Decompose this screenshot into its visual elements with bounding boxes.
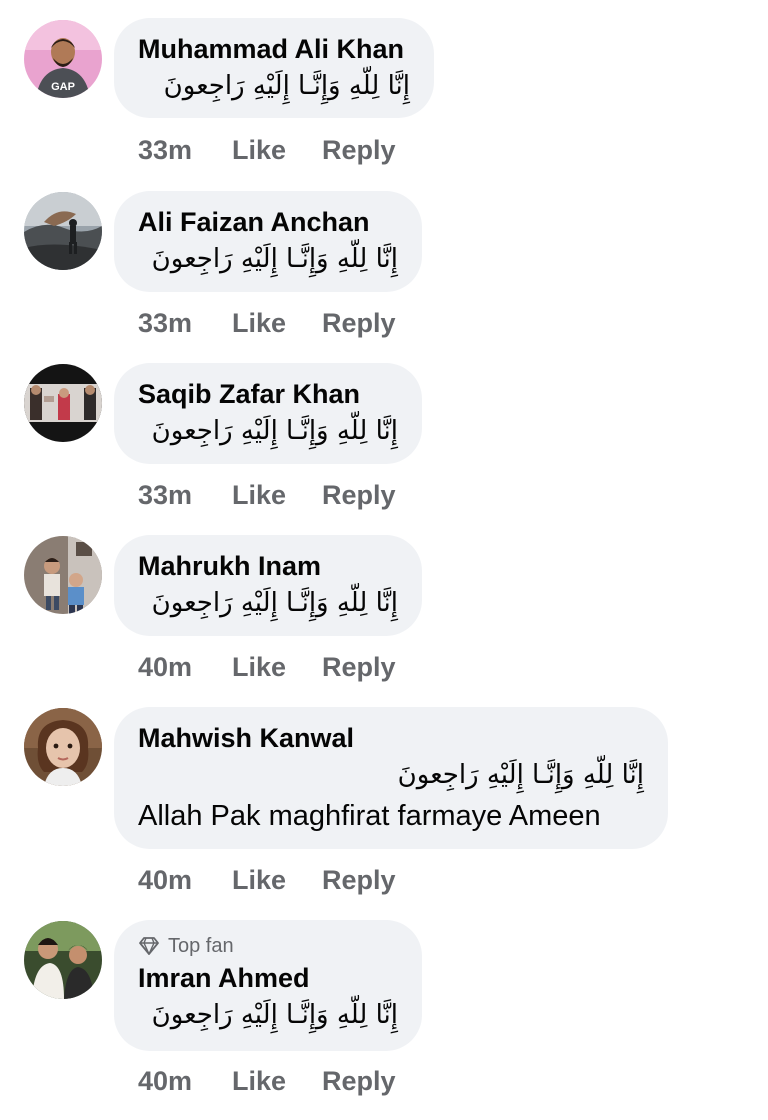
comment-text: إِنَّا لِلّهِ وَإِنَّـا إِلَيْهِ رَاجِعو… <box>151 588 398 618</box>
author-name[interactable]: Saqib Zafar Khan <box>138 378 398 410</box>
comment-actions: 33m Like Reply <box>138 477 396 513</box>
comment-text: إِنَّا لِلّهِ وَإِنَّـا إِلَيْهِ رَاجِعو… <box>151 416 398 446</box>
comment-actions: 40m Like Reply <box>138 862 396 898</box>
like-button[interactable]: Like <box>232 480 322 511</box>
author-name[interactable]: Mahwish Kanwal <box>138 722 644 754</box>
timestamp[interactable]: 40m <box>138 1066 232 1097</box>
avatar[interactable] <box>24 921 102 999</box>
like-button[interactable]: Like <box>232 652 322 683</box>
comment-bubble: Muhammad Ali Khan إِنَّا لِلّهِ وَإِنَّـ… <box>114 18 434 118</box>
comment-text: Allah Pak maghfirat farmaye Ameen <box>138 800 601 832</box>
diamond-badge-icon <box>138 935 160 957</box>
timestamp[interactable]: 40m <box>138 652 232 683</box>
reply-button[interactable]: Reply <box>322 652 396 683</box>
avatar[interactable] <box>24 192 102 270</box>
comment-bubble: Mahwish Kanwal إِنَّا لِلّهِ وَإِنَّـا إ… <box>114 707 668 849</box>
timestamp[interactable]: 33m <box>138 135 232 166</box>
comment-actions: 33m Like Reply <box>138 132 396 168</box>
like-button[interactable]: Like <box>232 135 322 166</box>
comment-text: إِنَّا لِلّهِ وَإِنَّـا إِلَيْهِ رَاجِعو… <box>151 1000 398 1030</box>
svg-text:GAP: GAP <box>51 81 75 93</box>
comment-text: إِنَّا لِلّهِ وَإِنَّـا إِلَيْهِ رَاجِعو… <box>163 71 410 101</box>
reply-button[interactable]: Reply <box>322 308 396 339</box>
like-button[interactable]: Like <box>232 308 322 339</box>
reply-button[interactable]: Reply <box>322 480 396 511</box>
avatar[interactable] <box>24 536 102 614</box>
like-button[interactable]: Like <box>232 1066 322 1097</box>
like-button[interactable]: Like <box>232 865 322 896</box>
author-name[interactable]: Imran Ahmed <box>138 962 398 994</box>
author-name[interactable]: Mahrukh Inam <box>138 550 398 582</box>
avatar[interactable] <box>24 364 102 442</box>
avatar-photo <box>24 364 102 442</box>
comment-bubble: Saqib Zafar Khan إِنَّا لِلّهِ وَإِنَّـا… <box>114 363 422 464</box>
comment-thread: GAP Muhammad Ali Khan إِنَّا لِلّهِ وَإِ… <box>0 0 768 1120</box>
avatar[interactable] <box>24 708 102 786</box>
comment-bubble: Top fan Imran Ahmed إِنَّا لِلّهِ وَإِنَ… <box>114 920 422 1051</box>
avatar-photo <box>24 708 102 786</box>
author-name[interactable]: Muhammad Ali Khan <box>138 33 410 65</box>
comment-actions: 40m Like Reply <box>138 649 396 685</box>
comment-actions: 33m Like Reply <box>138 305 396 341</box>
top-fan-badge: Top fan <box>138 933 398 959</box>
avatar-photo <box>24 536 102 614</box>
comment-text: إِنَّا لِلّهِ وَإِنَّـا إِلَيْهِ رَاجِعو… <box>151 244 398 274</box>
timestamp[interactable]: 33m <box>138 480 232 511</box>
avatar-photo: GAP <box>24 20 102 98</box>
reply-button[interactable]: Reply <box>322 865 396 896</box>
comment-bubble: Mahrukh Inam إِنَّا لِلّهِ وَإِنَّـا إِل… <box>114 535 422 636</box>
timestamp[interactable]: 40m <box>138 865 232 896</box>
comment-text: إِنَّا لِلّهِ وَإِنَّـا إِلَيْهِ رَاجِعو… <box>397 760 644 790</box>
author-name[interactable]: Ali Faizan Anchan <box>138 206 398 238</box>
top-fan-label: Top fan <box>168 934 234 957</box>
reply-button[interactable]: Reply <box>322 135 396 166</box>
avatar[interactable]: GAP <box>24 20 102 98</box>
comment-bubble: Ali Faizan Anchan إِنَّا لِلّهِ وَإِنَّـ… <box>114 191 422 292</box>
avatar-photo <box>24 192 102 270</box>
reply-button[interactable]: Reply <box>322 1066 396 1097</box>
comment-actions: 40m Like Reply <box>138 1063 396 1099</box>
avatar-photo <box>24 921 102 999</box>
timestamp[interactable]: 33m <box>138 308 232 339</box>
